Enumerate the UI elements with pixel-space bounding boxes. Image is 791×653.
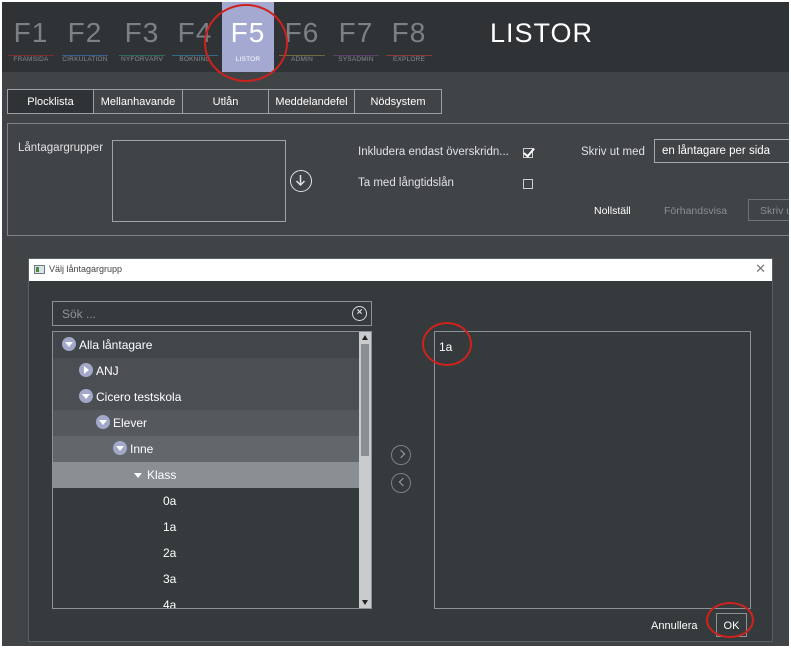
annotation-circle-1a	[422, 322, 472, 366]
fkey-underline	[333, 55, 379, 56]
arrow-down-circle-icon[interactable]	[290, 170, 312, 192]
print-mode-select[interactable]: en låntagare per sida	[654, 139, 789, 163]
tree-node-4a[interactable]: 4a	[53, 592, 359, 609]
fkey-f8[interactable]: F8 EXPLORE	[383, 2, 435, 72]
collapse-icon[interactable]	[96, 415, 110, 429]
tree-node-2a[interactable]: 2a	[53, 540, 359, 566]
fkey-label: SYSADMIN	[338, 56, 374, 63]
close-icon[interactable]: ✕	[755, 262, 766, 276]
fkey-number: F3	[124, 17, 160, 48]
tab-mellanhavande[interactable]: Mellanhavande	[93, 89, 183, 114]
move-left-icon[interactable]	[391, 473, 411, 493]
fkey-f1[interactable]: F1 FRAMSIDA	[5, 2, 57, 72]
tree-node-label: Klass	[147, 468, 177, 482]
collapse-icon[interactable]	[62, 337, 76, 351]
collapse-icon[interactable]	[113, 441, 127, 455]
fkey-label: FRAMSIDA	[13, 56, 49, 63]
long-term-loans-label: Ta med långtidslån	[358, 177, 454, 189]
fkey-f2[interactable]: F2 CIRKULATION	[59, 2, 111, 72]
borrower-groups-box[interactable]	[112, 140, 286, 222]
collapse-icon[interactable]	[79, 389, 93, 403]
app-icon	[34, 265, 45, 274]
scroll-down-icon[interactable]	[362, 600, 368, 605]
fkey-label: NYFÖRVÄRV	[120, 56, 163, 63]
tree-node-klass[interactable]: Klass	[53, 462, 359, 488]
print-button[interactable]: Skriv ut	[748, 199, 789, 221]
borrower-groups-label: Låntagargrupper	[18, 142, 104, 154]
tree-node-cicero-testskola[interactable]: Cicero testskola	[53, 384, 359, 410]
fkey-label: EXPLORE	[392, 56, 426, 63]
scrollbar-thumb[interactable]	[361, 344, 369, 456]
fkey-underline	[8, 55, 54, 56]
selected-groups-list: 1a	[434, 331, 751, 609]
tree-node-label: Elever	[113, 416, 148, 430]
tree-node-label: 1a	[163, 520, 177, 534]
app-window: F1 FRAMSIDA F2 CIRKULATION F3 NYFÖRVÄRV …	[2, 2, 789, 646]
tree-node-0a[interactable]: 0a	[53, 488, 359, 514]
tree-node-3a[interactable]: 3a	[53, 566, 359, 592]
tab-utlan[interactable]: Utlån	[182, 89, 269, 114]
overdue-only-checkbox[interactable]	[523, 148, 533, 158]
print-with-label: Skriv ut med	[581, 146, 645, 158]
tab-meddelandefel[interactable]: Meddelandefel	[268, 89, 355, 114]
fkey-f3[interactable]: F3 NYFÖRVÄRV	[116, 2, 168, 72]
expand-icon[interactable]	[79, 363, 93, 377]
borrower-group-tree: Alla låntagare ANJ Cicero testskola Elev…	[52, 331, 372, 609]
fkey-number: F1	[13, 17, 49, 48]
dialog-titlebar: Välj låntagargrupp ✕	[29, 259, 772, 281]
search-input[interactable]	[53, 302, 343, 325]
fkey-underline	[386, 55, 432, 56]
scroll-up-icon[interactable]	[362, 335, 368, 340]
list-type-tabs: Plocklista Mellanhavande Utlån Meddeland…	[7, 89, 442, 114]
collapse-icon[interactable]	[134, 473, 142, 478]
function-key-bar: F1 FRAMSIDA F2 CIRKULATION F3 NYFÖRVÄRV …	[2, 2, 789, 72]
fkey-label: CIRKULATION	[62, 56, 108, 63]
tree-node-label: 0a	[163, 494, 177, 508]
fkey-number: F2	[67, 17, 103, 48]
long-term-loans-checkbox[interactable]	[523, 179, 533, 189]
tab-nodsystem[interactable]: Nödsystem	[354, 89, 442, 114]
annotation-circle-ok	[706, 602, 754, 638]
tree-node-label: 3a	[163, 572, 177, 586]
tree-node-elever[interactable]: Elever	[53, 410, 359, 436]
fkey-underline	[119, 55, 165, 56]
tree-scrollbar[interactable]	[359, 332, 371, 608]
tree-node-alla-lantagare[interactable]: Alla låntagare	[53, 332, 359, 358]
tree-node-label: ANJ	[96, 364, 119, 378]
reset-button[interactable]: Nollställ	[594, 205, 631, 217]
fkey-number: F7	[338, 17, 374, 48]
tree-node-label: 2a	[163, 546, 177, 560]
overdue-only-label: Inkludera endast överskridn...	[358, 146, 509, 158]
tree-node-1a[interactable]: 1a	[53, 514, 359, 540]
tree-node-inne[interactable]: Inne	[53, 436, 359, 462]
dialog-title: Välj låntagargrupp	[49, 264, 123, 274]
fkey-f7[interactable]: F7 SYSADMIN	[330, 2, 382, 72]
annotation-circle-f5	[204, 4, 288, 82]
cancel-button[interactable]: Annullera	[651, 620, 697, 632]
tree-node-label: Alla låntagare	[79, 338, 153, 352]
filter-panel: Låntagargrupper Inkludera endast överskr…	[7, 123, 789, 236]
fkey-underline	[62, 55, 108, 56]
tree-node-label: Inne	[130, 442, 154, 456]
search-field: ×	[52, 301, 372, 326]
tab-plocklista[interactable]: Plocklista	[7, 89, 94, 114]
clear-search-icon[interactable]: ×	[352, 306, 367, 321]
tree-node-label: 4a	[163, 598, 177, 609]
fkey-number: F8	[391, 17, 427, 48]
move-right-icon[interactable]	[391, 445, 411, 465]
tree-node-label: Cicero testskola	[96, 390, 182, 404]
choose-borrower-group-dialog: Välj låntagargrupp ✕ × Alla låntagare AN…	[28, 258, 773, 642]
tree-node-anj[interactable]: ANJ	[53, 358, 359, 384]
preview-button[interactable]: Förhandsvisa	[664, 205, 727, 217]
page-title: LISTOR	[490, 18, 594, 48]
